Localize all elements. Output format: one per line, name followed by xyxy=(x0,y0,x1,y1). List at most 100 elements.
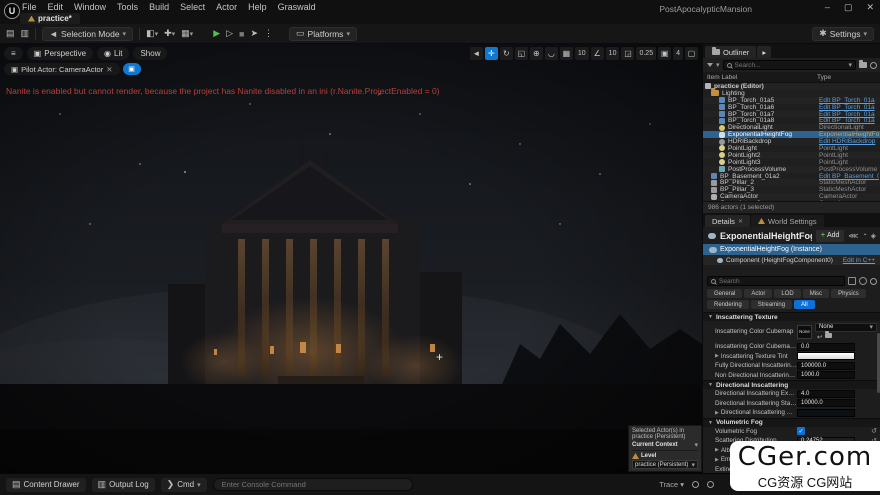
chip-all[interactable]: All xyxy=(794,300,815,309)
outliner-row[interactable]: CameraActor CameraActor xyxy=(703,193,880,200)
chip-rendering[interactable]: Rendering xyxy=(707,300,749,309)
outliner-row[interactable]: HDRIBackdrop Edit HDRIBackdrop xyxy=(703,138,880,145)
launch-icon[interactable]: ➤ xyxy=(250,28,258,39)
column-item-label[interactable]: Item Label xyxy=(707,74,817,81)
column-type[interactable]: Type xyxy=(817,74,877,81)
component-hierarchy-icon[interactable]: ⋘ xyxy=(848,232,858,240)
level-viewport[interactable]: ≡ ▣ Perspective ◉ Lit Show ◄ ✛ ↻ ◱ ⊕ ◡ ▦… xyxy=(0,44,702,473)
platforms-dropdown[interactable]: ▭ Platforms ▾ xyxy=(289,27,357,41)
output-log-button[interactable]: ▥ Output Log xyxy=(92,478,155,492)
world-local-toggle-icon[interactable]: ⊕ xyxy=(530,47,543,60)
scale-tool-icon[interactable]: ◱ xyxy=(515,47,528,60)
console-command-input[interactable] xyxy=(213,478,413,491)
maximize-button[interactable]: ▢ xyxy=(844,2,853,13)
cubemap-angle-input[interactable]: 0.0 xyxy=(797,343,855,351)
reset-to-default-icon[interactable]: ↺ xyxy=(871,427,877,435)
cubemap-asset-dropdown[interactable]: None ▾ xyxy=(815,323,877,332)
select-tool-icon[interactable]: ◄ xyxy=(470,47,483,60)
play-from-here-icon[interactable]: ▷ xyxy=(226,28,233,39)
minimize-button[interactable]: – xyxy=(825,2,830,13)
trace-dropdown[interactable]: Trace ▾ xyxy=(659,480,684,489)
menu-help[interactable]: Help xyxy=(248,2,267,12)
rotation-snap-value[interactable]: 10 xyxy=(606,47,620,60)
use-selected-asset-icon[interactable]: ↩ xyxy=(817,333,822,341)
asset-thumbnail[interactable]: None xyxy=(797,325,812,339)
details-search-input[interactable] xyxy=(719,278,841,285)
outliner-row[interactable]: BP_Pillar_3 StaticMeshActor xyxy=(703,186,880,193)
menu-graswald[interactable]: Graswald xyxy=(278,2,316,12)
section-volumetric-fog[interactable]: ▼ Volumetric Fog xyxy=(703,418,880,427)
outliner-row[interactable]: BP_Torch_01a6 Edit BP_Torch_01a xyxy=(703,104,880,111)
stop-icon[interactable]: ■ xyxy=(239,29,244,39)
selection-mode-dropdown[interactable]: ◄ Selection Mode ▾ xyxy=(42,27,133,41)
grid-snap-value[interactable]: 10 xyxy=(575,47,589,60)
instance-row-selected[interactable]: ExponentialHeightFog (Instance) xyxy=(703,244,880,255)
outliner-row[interactable]: PointLight2 PointLight xyxy=(703,152,880,159)
chevron-down-icon[interactable]: ▾ xyxy=(716,61,720,69)
stop-piloting-icon[interactable]: ✕ xyxy=(106,65,112,74)
menu-file[interactable]: File xyxy=(22,2,37,12)
scale-snap-value[interactable]: 0.25 xyxy=(636,47,656,60)
current-context-row[interactable]: Current Context ▾ xyxy=(632,441,698,451)
menu-build[interactable]: Build xyxy=(149,2,169,12)
outliner-row[interactable]: PointLight3 PointLight xyxy=(703,159,880,166)
tab-details[interactable]: Details ✕ xyxy=(705,215,750,227)
browse-content-icon[interactable]: ▥ xyxy=(21,28,30,39)
outliner-search-box[interactable]: ▾ xyxy=(723,60,856,70)
show-dropdown[interactable]: Show xyxy=(133,47,167,60)
play-button-icon[interactable]: ▶ xyxy=(213,28,220,39)
play-options-icon[interactable]: ⋮ xyxy=(264,28,273,39)
outliner-row[interactable]: BP_Torch_01a7 Edit BP_Torch_01a xyxy=(703,111,880,118)
rotate-tool-icon[interactable]: ↻ xyxy=(500,47,513,60)
directional-start-distance-input[interactable]: 10000.0 xyxy=(797,399,855,407)
new-folder-icon[interactable] xyxy=(859,62,867,68)
chip-general[interactable]: General xyxy=(707,289,742,298)
close-button[interactable]: ✕ xyxy=(866,2,874,13)
settings-dropdown[interactable]: ✱ Settings ▾ xyxy=(812,27,874,41)
tab-world-settings[interactable]: World Settings xyxy=(751,215,824,227)
details-settings-icon[interactable] xyxy=(870,278,877,285)
blueprints-icon[interactable]: ✚▾ xyxy=(164,28,175,39)
menu-tools[interactable]: Tools xyxy=(117,2,138,12)
view-mode-dropdown[interactable]: ◉ Lit xyxy=(97,47,129,60)
close-icon[interactable]: ✕ xyxy=(738,218,743,225)
outliner-settings-icon[interactable] xyxy=(870,62,877,69)
volumetric-fog-checkbox[interactable]: ✓ xyxy=(797,427,805,435)
chip-physics[interactable]: Physics xyxy=(831,289,866,298)
move-tool-icon[interactable]: ✛ xyxy=(485,47,498,60)
component-row[interactable]: Component (HeightFogComponent0) Edit in … xyxy=(703,255,880,265)
filter-icon[interactable] xyxy=(707,63,713,67)
favorites-icon[interactable] xyxy=(859,277,867,285)
derived-data-icon[interactable] xyxy=(707,481,714,488)
directional-exponent-input[interactable]: 4.0 xyxy=(797,390,855,398)
level-context-select[interactable]: practice (Persistent) ▾ xyxy=(632,460,698,469)
unreal-logo-icon[interactable]: U xyxy=(4,3,20,19)
outliner-row[interactable]: BP_Basement_01a2 Edit BP_Basement_01 xyxy=(703,173,880,180)
outliner-row[interactable]: BP_Torch_01a5 Edit BP_Torch_01a xyxy=(703,97,880,104)
fully-directional-distance-input[interactable]: 100000.0 xyxy=(797,362,855,370)
grid-snap-icon[interactable]: ▦ xyxy=(560,47,573,60)
chip-misc[interactable]: Misc xyxy=(803,289,829,298)
tab-outliner[interactable]: Outliner xyxy=(705,46,756,58)
notifications-icon[interactable] xyxy=(692,481,699,488)
chip-actor[interactable]: Actor xyxy=(744,289,772,298)
menu-select[interactable]: Select xyxy=(180,2,205,12)
rotation-snap-icon[interactable]: ∠ xyxy=(591,47,604,60)
menu-window[interactable]: Window xyxy=(74,2,106,12)
outliner-row[interactable]: Lighting xyxy=(703,90,880,97)
chevron-right-icon[interactable]: ▶ xyxy=(715,447,719,453)
camera-speed-icon[interactable]: ▣ xyxy=(658,47,671,60)
toggle-camera-view-button[interactable]: ▣ xyxy=(123,63,141,75)
pilot-actor-pill[interactable]: ▣ Pilot Actor: CameraActor ✕ xyxy=(4,63,120,75)
section-directional-inscattering[interactable]: ▼ Directional Inscattering xyxy=(703,380,880,389)
perspective-dropdown[interactable]: ▣ Perspective xyxy=(27,47,93,60)
chevron-right-icon[interactable]: ▶ xyxy=(715,457,719,463)
non-directional-distance-input[interactable]: 1000.0 xyxy=(797,371,855,379)
chip-streaming[interactable]: Streaming xyxy=(751,300,792,309)
outliner-row-selected[interactable]: ExponentialHeightFog ExponentialHeightFo… xyxy=(703,131,880,138)
display-filter-icon[interactable] xyxy=(848,277,856,285)
outliner-row[interactable]: PostProcessVolume PostProcessVolume xyxy=(703,166,880,173)
scale-snap-icon[interactable]: ◲ xyxy=(621,47,634,60)
save-icon[interactable]: ▤ xyxy=(6,28,15,39)
lock-icon[interactable]: ◈ xyxy=(871,232,876,240)
